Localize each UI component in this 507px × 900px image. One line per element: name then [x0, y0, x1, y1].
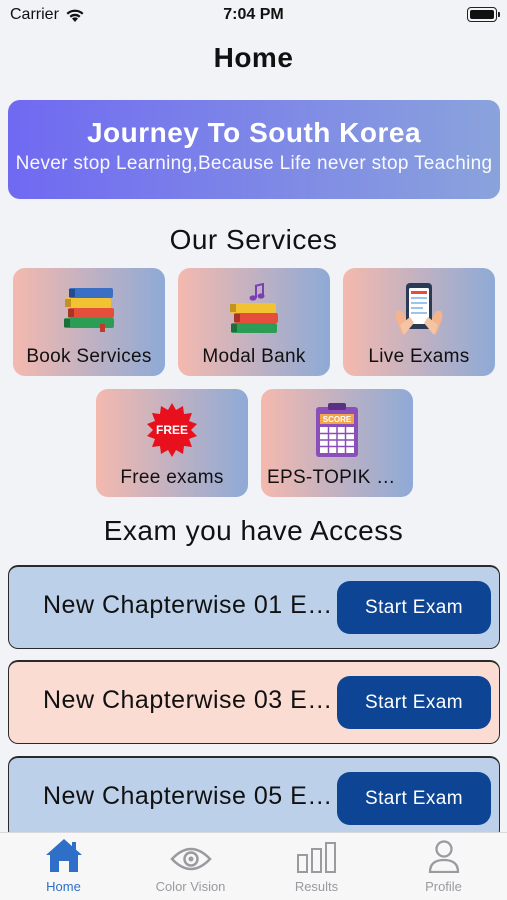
exam-title: New Chapterwise 03 Exam [43, 686, 335, 714]
exam-card: New Chapterwise 05 Exam Start Exam [8, 756, 500, 840]
score-badge-text: SCORE [323, 415, 352, 424]
tab-label: Results [294, 879, 339, 894]
person-icon [428, 840, 459, 873]
tab-label: Profile [425, 879, 462, 894]
service-label: Free exams [120, 467, 224, 488]
service-card-modal-bank[interactable]: Modal Bank [178, 268, 330, 376]
tab-label: Color Vision [155, 879, 226, 894]
tab-home[interactable]: Home [0, 833, 127, 900]
tab-color-vision[interactable]: Color Vision [127, 833, 254, 900]
start-exam-button[interactable]: Start Exam [337, 676, 491, 729]
service-label: Modal Bank [202, 346, 306, 367]
services-heading: Our Services [169, 224, 338, 255]
service-label: Book Services [26, 346, 152, 367]
tab-label: Home [46, 879, 81, 894]
tab-results[interactable]: Results [253, 833, 380, 900]
service-card-free-exams[interactable]: FREE Free exams [96, 389, 248, 497]
clock: 7:04 PM [223, 6, 284, 23]
phone-exam-icon [343, 276, 495, 342]
exam-card: New Chapterwise 01 Exam Start Exam [8, 565, 500, 649]
bottom-tab-bar: Home Color Vision Results Profile [0, 832, 507, 900]
eye-icon [169, 847, 212, 871]
home-icon [45, 839, 82, 872]
service-card-live-exams[interactable]: Live Exams [343, 268, 495, 376]
service-card-book-services[interactable]: Book Services [13, 268, 165, 376]
music-books-icon [178, 276, 330, 342]
start-exam-button[interactable]: Start Exam [337, 581, 491, 634]
free-badge-text: FREE [156, 423, 188, 437]
exams-heading: Exam you have Access [103, 515, 404, 546]
service-label: EPS-TOPIK Score [267, 467, 407, 488]
exam-title: New Chapterwise 01 Exam [43, 591, 335, 619]
page-title: Home [213, 42, 294, 73]
service-card-eps-topik-score[interactable]: SCORE EPS-TOPIK Score [261, 389, 413, 497]
bar-chart-icon [296, 842, 336, 873]
hero-banner: Journey To South Korea Never stop Learni… [8, 100, 500, 199]
exam-card: New Chapterwise 03 Exam Start Exam [8, 660, 500, 744]
status-bar: Carrier 7:04 PM [0, 0, 507, 32]
books-icon [13, 276, 165, 342]
free-badge-icon: FREE [96, 397, 248, 463]
battery-icon [467, 7, 500, 22]
banner-title: Journey To South Korea [86, 117, 422, 148]
start-exam-button[interactable]: Start Exam [337, 772, 491, 825]
score-sheet-icon: SCORE [261, 397, 413, 463]
service-label: Live Exams [368, 346, 470, 367]
tab-profile[interactable]: Profile [380, 833, 507, 900]
exam-title: New Chapterwise 05 Exam [43, 782, 335, 810]
banner-subtitle: Never stop Learning,Because Life never s… [15, 153, 493, 174]
